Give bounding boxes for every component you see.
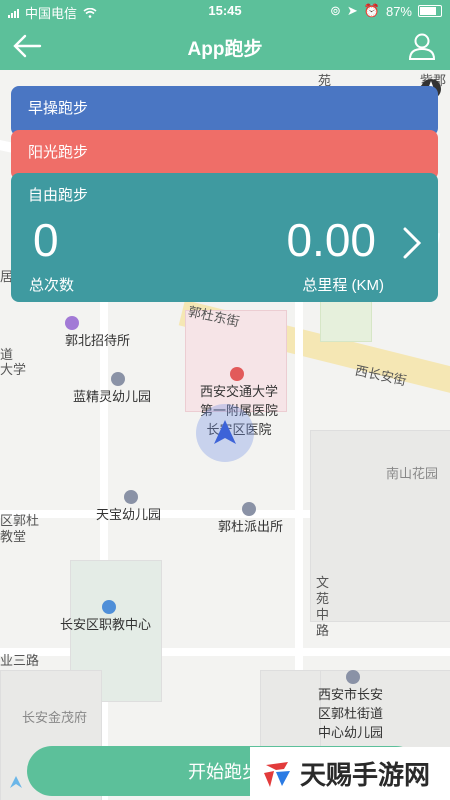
alarm-icon: ⏰: [363, 3, 380, 18]
total-distance-label: 总里程 (KM): [302, 277, 384, 294]
map-label: 南山花园: [386, 466, 439, 481]
map-poi-label: 郭杜派出所: [218, 518, 284, 534]
map-poi-label: 蓝精灵幼儿园: [73, 388, 152, 404]
map-poi: 长安区职教中心: [60, 598, 151, 633]
map-poi-label: 西安交通大学: [200, 383, 279, 399]
status-bar: 中国电信 15:45 ⊚ ➤ ⏰ 87%: [0, 0, 450, 22]
chevron-right-icon[interactable]: [400, 225, 424, 261]
watermark: 天赐手游网: [250, 747, 450, 800]
map-poi-label: 郭北招待所: [65, 332, 131, 348]
hospital-icon: [230, 366, 244, 381]
map-poi: 郭杜派出所: [218, 500, 283, 535]
morning-run-label: 早操跑步: [28, 100, 89, 117]
map-label: 长安金茂府: [22, 710, 88, 725]
user-icon[interactable]: [406, 30, 438, 62]
map-road: [0, 648, 450, 656]
map-block: [310, 430, 450, 622]
battery-icon: [418, 5, 442, 17]
map-poi: 西安市长安 区郭杜街道 中心幼儿园: [318, 668, 383, 741]
map-park-block: [320, 300, 372, 342]
education-icon: [102, 599, 116, 614]
watermark-logo-icon: [264, 761, 290, 787]
map-poi-label: 长安区职教中心: [60, 616, 152, 632]
map-label: 大学: [0, 362, 27, 377]
map-poi-label: 天宝幼儿园: [96, 506, 162, 522]
morning-run-card[interactable]: 早操跑步: [11, 86, 438, 136]
map-poi-label: 中心幼儿园: [318, 724, 384, 740]
location-arrow-icon: [214, 420, 236, 444]
map-label: 教堂: [0, 529, 27, 544]
sunshine-run-label: 阳光跑步: [28, 144, 89, 161]
navigation-icon: [10, 776, 22, 788]
nav-bar: App跑步: [0, 22, 450, 70]
total-distance-value: 0.00: [286, 214, 376, 266]
map-label: 文苑中路: [316, 575, 330, 638]
rotation-lock-icon: ⊚: [329, 3, 341, 18]
map-poi: 郭北招待所: [65, 314, 130, 349]
map-label: 业三路: [0, 653, 40, 668]
total-count-label: 总次数: [29, 277, 75, 294]
status-right: ⊚ ➤ ⏰ 87%: [330, 3, 442, 19]
current-location-marker: [196, 404, 254, 462]
map-poi: 天宝幼儿园: [96, 488, 161, 523]
map-poi-label: 区郭杜街道: [318, 705, 384, 721]
school-icon: [111, 371, 125, 386]
watermark-text: 天赐手游网: [300, 760, 431, 790]
free-run-label: 自由跑步: [28, 187, 89, 204]
free-run-card[interactable]: 自由跑步 0 0.00 总次数 总里程 (KM): [11, 173, 438, 302]
school-icon: [124, 489, 138, 504]
map-poi: 蓝精灵幼儿园: [73, 370, 151, 405]
location-icon: ➤: [346, 3, 358, 18]
police-icon: [242, 501, 256, 516]
total-count-value: 0: [33, 214, 59, 266]
battery-label: 87%: [385, 3, 412, 19]
hotel-icon: [65, 315, 79, 330]
map-poi-label: 西安市长安: [318, 686, 384, 702]
page-title: App跑步: [187, 39, 263, 60]
school-icon: [346, 669, 360, 684]
